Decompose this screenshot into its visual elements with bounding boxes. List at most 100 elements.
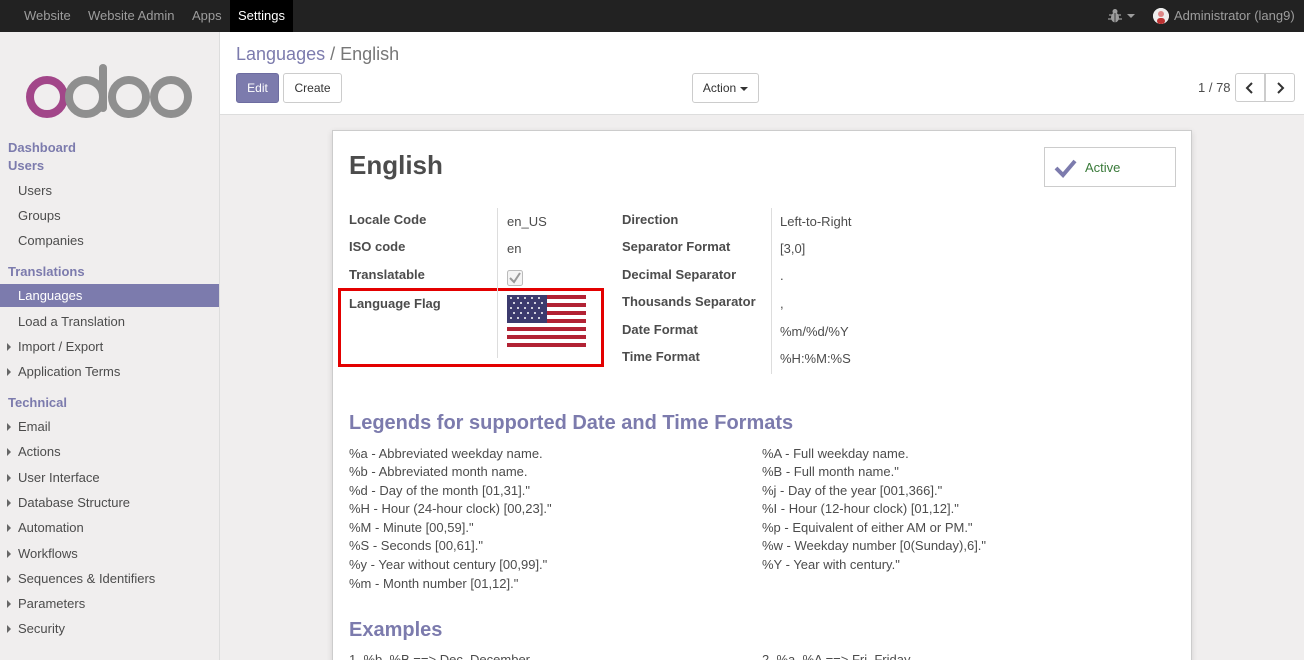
legend-item: %p - Equivalent of either AM or PM." xyxy=(762,520,973,535)
menu-settings[interactable]: Settings xyxy=(230,0,293,32)
caret-right-icon xyxy=(7,550,11,558)
sidebar-item-label: Sequences & Identifiers xyxy=(18,571,156,586)
field-label-decimal-separator: Decimal Separator xyxy=(622,267,737,282)
legend-item: %j - Day of the year [001,366]." xyxy=(762,483,943,498)
breadcrumb-separator: / xyxy=(330,44,336,64)
breadcrumb: Languages / English xyxy=(236,44,399,65)
field-value-decimal-separator: . xyxy=(780,268,784,283)
field-value-thousands-separator: , xyxy=(780,296,784,311)
legend-item: %I - Hour (12-hour clock) [01,12]." xyxy=(762,501,959,516)
breadcrumb-languages[interactable]: Languages xyxy=(236,44,325,64)
edit-button[interactable]: Edit xyxy=(236,73,279,103)
legend-item: %A - Full weekday name. xyxy=(762,446,909,461)
field-label-date-format: Date Format xyxy=(622,322,698,337)
field-label-iso-code: ISO code xyxy=(349,239,406,254)
sidebar-item-parameters[interactable]: Parameters xyxy=(0,592,219,615)
chevron-down-icon xyxy=(740,86,749,91)
field-separator xyxy=(497,208,498,358)
user-menu[interactable]: Administrator (lang9) xyxy=(1174,0,1295,32)
caret-right-icon xyxy=(7,423,11,431)
sidebar-item-database-structure[interactable]: Database Structure xyxy=(0,491,219,514)
sidebar-item-security[interactable]: Security xyxy=(0,617,219,640)
menu-apps[interactable]: Apps xyxy=(184,0,230,32)
legend-item: %M - Minute [00,59]." xyxy=(349,520,474,535)
legend-item: %m - Month number [01,12]." xyxy=(349,576,519,591)
legend-item: %S - Seconds [00,61]." xyxy=(349,538,483,553)
chevron-right-icon xyxy=(1277,82,1285,94)
caret-right-icon xyxy=(7,448,11,456)
active-toggle-button[interactable]: Active xyxy=(1044,147,1176,187)
chevron-down-icon[interactable] xyxy=(1127,14,1135,18)
sidebar-item-label: Workflows xyxy=(18,546,78,561)
examples-title: Examples xyxy=(349,619,443,641)
sidebar-section-technical: Technical xyxy=(8,395,68,410)
sidebar-item-label: Email xyxy=(18,419,51,434)
field-value-direction: Left-to-Right xyxy=(780,214,852,229)
sidebar-item-sequences[interactable]: Sequences & Identifiers xyxy=(0,567,219,590)
example-item: 1. %b, %B ==> Dec, December xyxy=(349,652,531,660)
avatar[interactable] xyxy=(1153,8,1169,24)
field-value-time-format: %H:%M:%S xyxy=(780,351,851,366)
field-value-date-format: %m/%d/%Y xyxy=(780,324,849,339)
field-label-direction: Direction xyxy=(622,212,679,227)
sidebar-item-users[interactable]: Users xyxy=(0,179,219,202)
sidebar-section-translations: Translations xyxy=(8,264,85,279)
sidebar-item-languages[interactable]: Languages xyxy=(0,284,219,307)
caret-right-icon xyxy=(7,575,11,583)
sidebar-item-label: Security xyxy=(18,621,65,636)
pager-next-button[interactable] xyxy=(1265,73,1295,102)
field-value-iso-code: en xyxy=(507,241,522,256)
sidebar-item-actions[interactable]: Actions xyxy=(0,440,219,463)
action-dropdown[interactable]: Action xyxy=(692,73,759,103)
legend-item: %a - Abbreviated weekday name. xyxy=(349,446,543,461)
record-title: English xyxy=(349,150,443,180)
field-label-separator-format: Separator Format xyxy=(622,239,731,254)
caret-right-icon xyxy=(7,343,11,351)
field-separator xyxy=(771,208,772,374)
sidebar-item-application-terms[interactable]: Application Terms xyxy=(0,360,219,383)
caret-right-icon xyxy=(7,600,11,608)
sidebar-item-label: Application Terms xyxy=(18,364,121,379)
top-navbar: Website Website Admin Apps Settings Admi… xyxy=(0,0,1304,32)
legend-item: %H - Hour (24-hour clock) [00,23]." xyxy=(349,501,552,516)
sidebar-item-label: Import / Export xyxy=(18,339,104,354)
sidebar-item-companies[interactable]: Companies xyxy=(0,229,219,252)
bug-icon[interactable] xyxy=(1108,8,1122,24)
sidebar-item-import-export[interactable]: Import / Export xyxy=(0,335,219,358)
sidebar-item-label: Automation xyxy=(18,520,84,535)
sidebar-item-label: Parameters xyxy=(18,596,86,611)
breadcrumb-current: English xyxy=(340,44,400,64)
menu-website-admin[interactable]: Website Admin xyxy=(80,0,182,32)
legend-item: %d - Day of the month [01,31]." xyxy=(349,483,530,498)
field-value-separator-format: [3,0] xyxy=(780,241,806,256)
sidebar-item-user-interface[interactable]: User Interface xyxy=(0,466,219,489)
odoo-logo xyxy=(26,64,192,118)
field-label-locale-code: Locale Code xyxy=(349,212,427,227)
sidebar-item-groups[interactable]: Groups xyxy=(0,204,219,227)
sidebar-item-label: Actions xyxy=(18,444,61,459)
sidebar-item-automation[interactable]: Automation xyxy=(0,516,219,539)
legend-item: %Y - Year with century." xyxy=(762,557,900,572)
sidebar-item-workflows[interactable]: Workflows xyxy=(0,542,219,565)
legend-item: %y - Year without century [00,99]." xyxy=(349,557,548,572)
menu-website[interactable]: Website xyxy=(16,0,79,32)
caret-right-icon xyxy=(7,368,11,376)
sidebar-item-email[interactable]: Email xyxy=(0,415,219,438)
sidebar-dashboard[interactable]: Dashboard xyxy=(8,140,76,155)
legend-item: %B - Full month name." xyxy=(762,464,899,479)
caret-right-icon xyxy=(7,524,11,532)
sidebar-item-load-translation[interactable]: Load a Translation xyxy=(0,310,219,333)
pager-previous-button[interactable] xyxy=(1235,73,1265,102)
pager-value[interactable]: 1 / 78 xyxy=(1198,80,1231,95)
legend-item: %b - Abbreviated month name. xyxy=(349,464,528,479)
caret-right-icon xyxy=(7,625,11,633)
sidebar-item-label: Database Structure xyxy=(18,495,131,510)
legends-title: Legends for supported Date and Time Form… xyxy=(349,412,794,434)
create-button[interactable]: Create xyxy=(283,73,342,103)
field-label-time-format: Time Format xyxy=(622,349,700,364)
legend-item: %w - Weekday number [0(Sunday),6]." xyxy=(762,538,987,553)
sidebar-section-users[interactable]: Users xyxy=(8,158,44,173)
caret-right-icon xyxy=(7,474,11,482)
field-label-thousands-separator: Thousands Separator xyxy=(622,294,756,309)
action-label: Action xyxy=(702,81,737,95)
